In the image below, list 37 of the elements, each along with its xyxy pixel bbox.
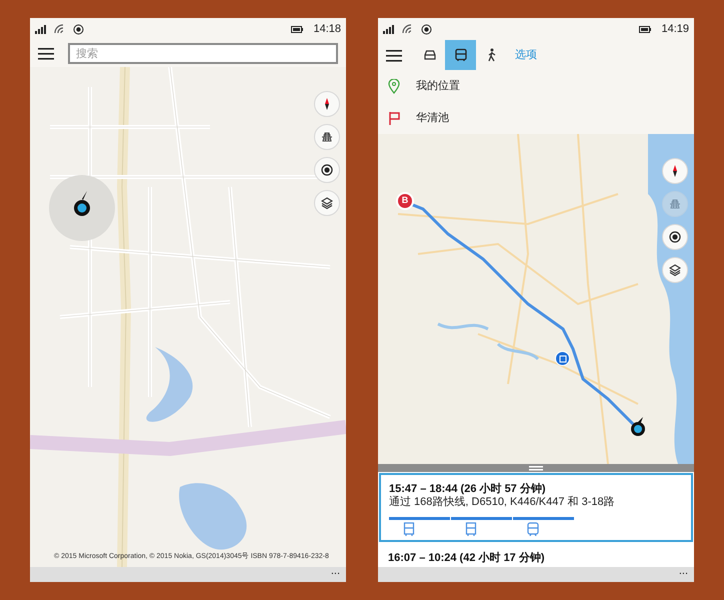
panel-drag-handle[interactable] xyxy=(378,464,694,472)
location-status-icon xyxy=(421,24,432,34)
travel-mode-tab[interactable] xyxy=(445,40,476,70)
battery-icon xyxy=(291,26,304,32)
more-button[interactable]: ... xyxy=(678,567,688,575)
signal-icon xyxy=(383,24,394,34)
route-option[interactable]: 16:07 – 10:24 (42 小时 17 分钟) xyxy=(378,544,694,567)
menu-icon xyxy=(386,48,402,62)
wifi-icon xyxy=(54,24,65,34)
location-pin-icon xyxy=(630,417,646,437)
menu-button[interactable] xyxy=(386,48,402,62)
status-time: 14:18 xyxy=(313,22,341,37)
grid-icon xyxy=(669,197,681,211)
grid-icon xyxy=(321,130,333,144)
search-field[interactable]: 搜索 xyxy=(68,43,338,64)
train-icon xyxy=(527,522,539,536)
wifi-icon xyxy=(402,24,413,34)
route-time: 16:07 – 10:24 (42 小时 17 分钟) xyxy=(388,552,546,565)
location-icon xyxy=(321,163,333,177)
map-pin-icon xyxy=(388,78,400,94)
battery-icon xyxy=(639,26,652,32)
layers-icon xyxy=(321,196,333,210)
flag-icon xyxy=(388,110,400,126)
more-button[interactable]: ... xyxy=(330,567,340,575)
route-option[interactable]: 15:47 – 18:44 (26 小时 57 分钟) 通过 168路快线, D6510, K446/K447 和 3-18路 xyxy=(379,473,693,542)
route-time: 15:47 – 18:44 (26 小时 57 分钟) xyxy=(389,483,547,496)
waypoint-label[interactable]: 我的位置 xyxy=(416,78,460,94)
signal-icon xyxy=(35,24,46,34)
menu-icon xyxy=(38,47,54,60)
route-description: 通过 168路快线, D6510, K446/K447 和 3-18路 xyxy=(389,496,616,509)
status-time: 14:19 xyxy=(661,22,689,37)
car-icon xyxy=(422,48,436,62)
location-icon xyxy=(669,230,681,244)
menu-button[interactable] xyxy=(38,47,54,60)
layers-icon xyxy=(669,263,681,277)
waypoint-label[interactable]: 华清池 xyxy=(416,110,449,126)
location-status-icon xyxy=(73,24,84,34)
